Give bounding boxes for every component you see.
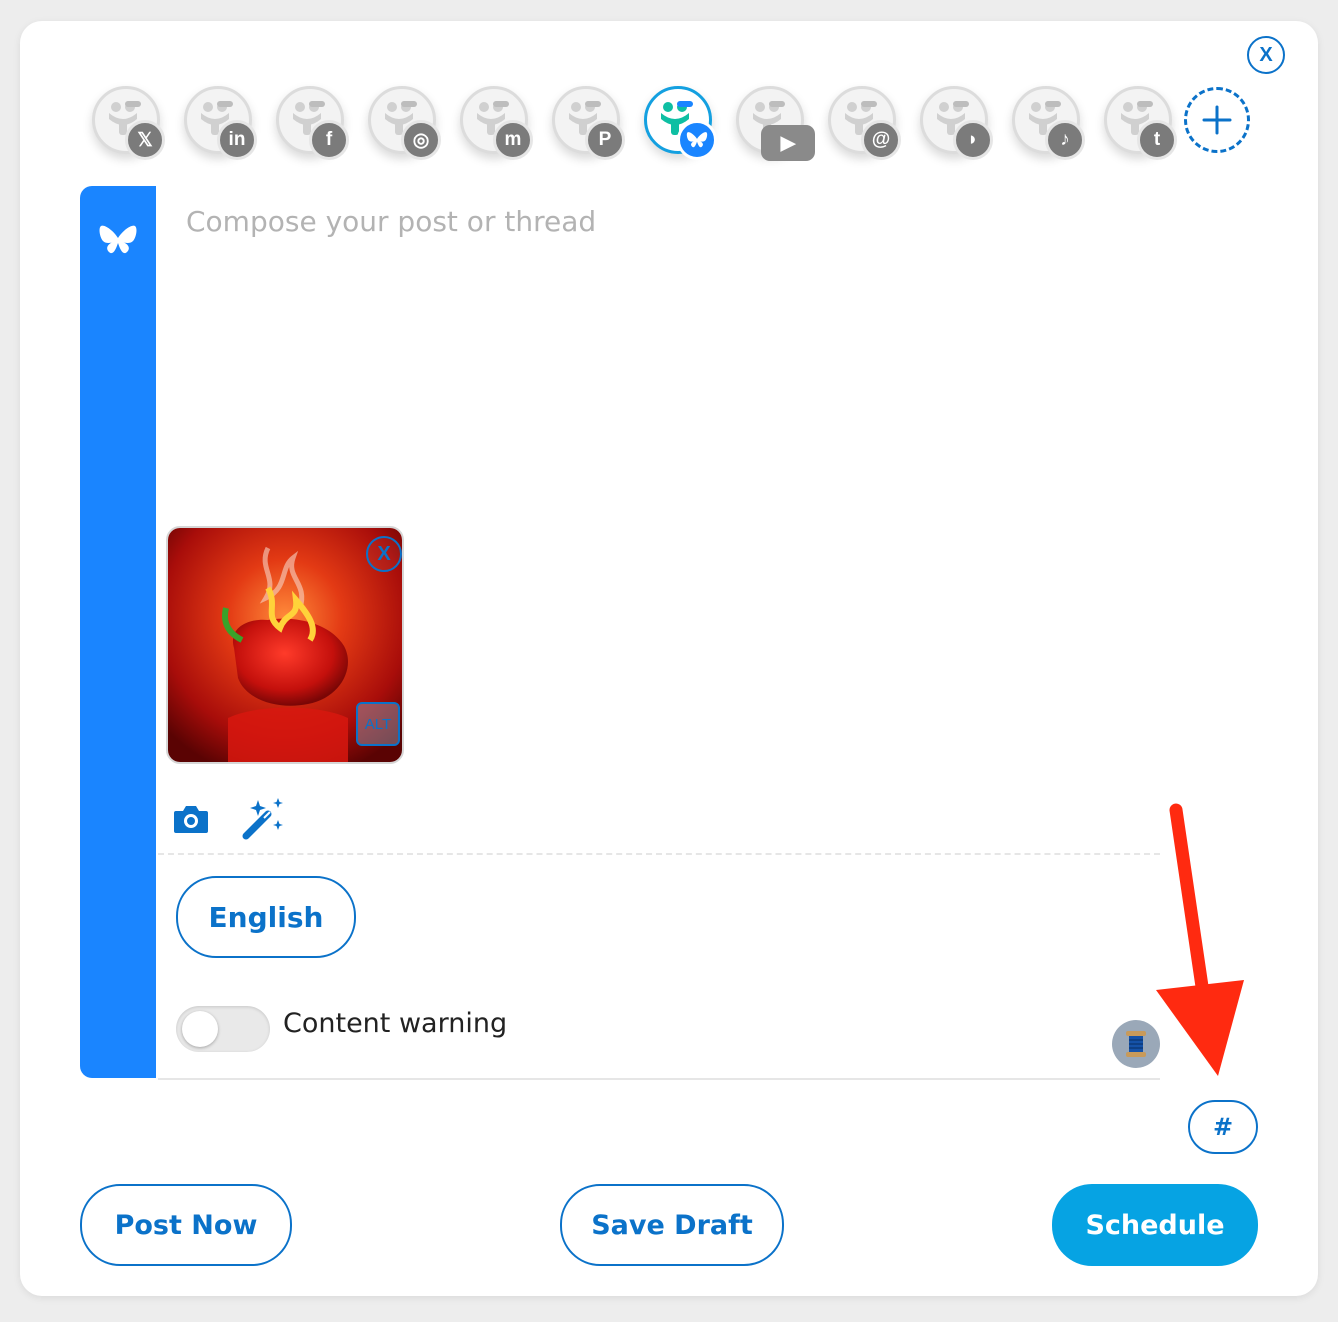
instagram-icon: ◎ — [401, 120, 441, 160]
account-avatar-pinterest[interactable]: P — [552, 86, 625, 160]
content-warning-label: Content warning — [283, 1008, 508, 1039]
account-avatar-mastodon[interactable]: m — [460, 86, 533, 160]
account-avatar-facebook[interactable]: f — [276, 86, 349, 160]
magic-wand-icon[interactable] — [240, 796, 288, 842]
account-avatar-tumblr[interactable]: t — [1104, 86, 1177, 160]
post-now-button[interactable]: Post Now — [80, 1184, 292, 1266]
language-button[interactable]: English — [176, 876, 356, 958]
account-avatar-linkedin[interactable]: in — [184, 86, 257, 160]
linkedin-icon: in — [217, 120, 257, 160]
schedule-button[interactable]: Schedule — [1052, 1184, 1258, 1266]
account-avatar-tiktok[interactable]: ♪ — [1012, 86, 1085, 160]
compose-textarea[interactable] — [186, 205, 1146, 495]
account-avatar-youtube[interactable]: ▶ — [736, 86, 815, 161]
x-logo-icon: 𝕏 — [125, 120, 165, 160]
threads-icon: @ — [861, 120, 901, 160]
hashtag-button[interactable]: # — [1188, 1100, 1258, 1154]
remove-media-button[interactable]: X — [366, 536, 402, 572]
bluesky-butterfly-icon — [99, 225, 137, 254]
facebook-icon: f — [309, 120, 349, 160]
tiktok-icon: ♪ — [1045, 120, 1085, 160]
account-avatar-bluesky[interactable] — [644, 86, 717, 160]
tumblr-icon: t — [1137, 120, 1177, 160]
save-draft-button[interactable]: Save Draft — [560, 1184, 784, 1266]
account-avatar-threads[interactable]: @ — [828, 86, 901, 160]
pinterest-icon: P — [585, 120, 625, 160]
account-avatar-google-business[interactable]: ◗ — [920, 86, 993, 160]
mastodon-icon: m — [493, 120, 533, 160]
toggle-knob — [182, 1011, 218, 1047]
alt-text-button[interactable]: ALT — [356, 702, 400, 746]
account-avatar-x[interactable]: 𝕏 — [92, 86, 165, 160]
camera-icon[interactable] — [172, 802, 210, 836]
divider — [158, 853, 1160, 855]
youtube-icon: ▶ — [761, 125, 815, 161]
network-sidebar-bluesky — [80, 186, 156, 1078]
close-button[interactable]: X — [1247, 36, 1285, 74]
content-warning-toggle[interactable] — [176, 1006, 270, 1052]
media-thumbnail[interactable]: X ALT — [166, 526, 404, 764]
account-avatar-instagram[interactable]: ◎ — [368, 86, 441, 160]
plus-icon — [1202, 105, 1232, 135]
composer-bottom-divider — [158, 1078, 1160, 1080]
red-arrow-annotation-icon — [1156, 803, 1244, 1076]
add-account-button[interactable] — [1184, 87, 1250, 153]
speech-bubble-icon: ◗ — [953, 120, 993, 160]
bluesky-butterfly-icon — [677, 120, 717, 160]
